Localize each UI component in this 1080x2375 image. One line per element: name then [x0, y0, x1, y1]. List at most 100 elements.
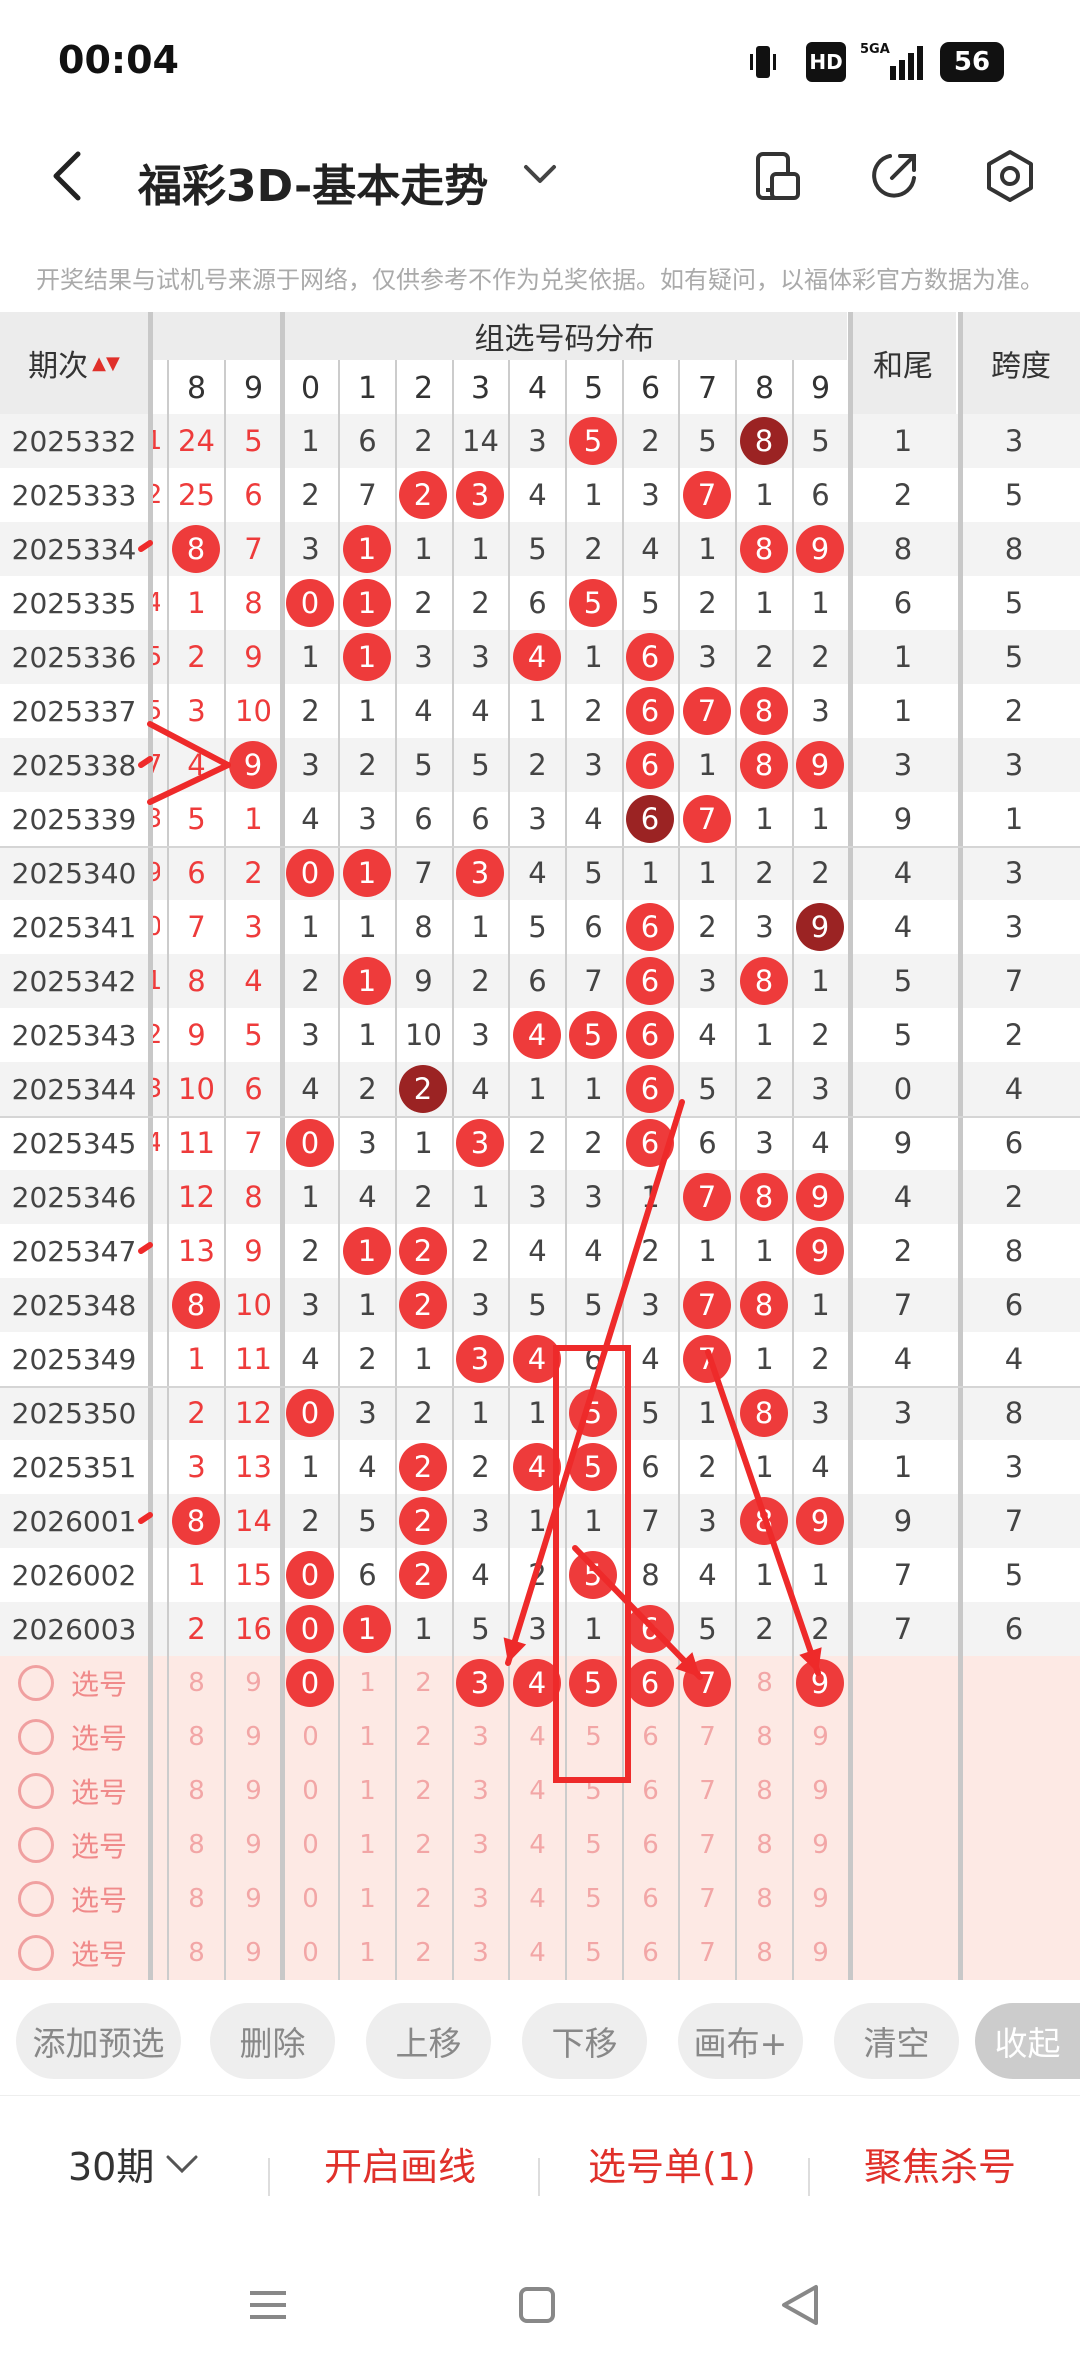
- select-digit[interactable]: 2: [395, 1656, 452, 1710]
- select-digit[interactable]: 2: [395, 1710, 452, 1764]
- select-digit[interactable]: 9: [792, 1764, 849, 1818]
- select-radio[interactable]: [18, 1881, 54, 1917]
- select-digit[interactable]: 6: [622, 1926, 679, 1980]
- select-digit[interactable]: 8: [168, 1656, 225, 1710]
- select-digit[interactable]: 3: [452, 1818, 509, 1872]
- select-digit[interactable]: 8: [736, 1710, 793, 1764]
- back-nav-icon[interactable]: [778, 2283, 822, 2331]
- select-digit[interactable]: 6: [622, 1710, 679, 1764]
- select-digit[interactable]: 8: [168, 1818, 225, 1872]
- select-digit[interactable]: 4: [509, 1818, 566, 1872]
- selected-digit-ball[interactable]: 7: [683, 1659, 731, 1707]
- toggle-draw-button[interactable]: 开启画线: [324, 2136, 476, 2191]
- select-digit[interactable]: 0: [282, 1926, 339, 1980]
- select-digit[interactable]: 8: [168, 1872, 225, 1926]
- collapse-button[interactable]: 收起: [975, 2003, 1080, 2079]
- select-radio[interactable]: [18, 1719, 54, 1755]
- selected-digit-ball[interactable]: 6: [626, 1659, 674, 1707]
- select-digit[interactable]: 0: [282, 1872, 339, 1926]
- select-digit[interactable]: 9: [225, 1656, 282, 1710]
- select-digit[interactable]: 5: [565, 1926, 622, 1980]
- select-digit[interactable]: 9: [225, 1764, 282, 1818]
- select-digit[interactable]: 5: [565, 1710, 622, 1764]
- selected-digit-ball[interactable]: 4: [513, 1659, 561, 1707]
- select-digit[interactable]: 1: [339, 1764, 396, 1818]
- select-digit[interactable]: 8: [168, 1926, 225, 1980]
- select-digit[interactable]: 6: [622, 1764, 679, 1818]
- select-digit[interactable]: 6: [622, 1818, 679, 1872]
- select-digit[interactable]: 1: [339, 1656, 396, 1710]
- select-digit[interactable]: 0: [282, 1818, 339, 1872]
- select-digit[interactable]: 3: [452, 1764, 509, 1818]
- move-down-button[interactable]: 下移: [522, 2003, 647, 2079]
- select-digit[interactable]: 7: [679, 1872, 736, 1926]
- select-digit[interactable]: 2: [395, 1818, 452, 1872]
- select-digit[interactable]: 9: [792, 1710, 849, 1764]
- selected-digit-ball[interactable]: 9: [796, 1659, 844, 1707]
- selection-list-button[interactable]: 选号单(1): [588, 2136, 756, 2191]
- home-icon[interactable]: [517, 2285, 557, 2329]
- select-radio[interactable]: [18, 1773, 54, 1809]
- select-digit[interactable]: 8: [736, 1926, 793, 1980]
- select-digit[interactable]: 0: [282, 1764, 339, 1818]
- share-icon[interactable]: [866, 148, 922, 204]
- select-digit[interactable]: 8: [168, 1710, 225, 1764]
- chevron-down-icon[interactable]: [522, 158, 558, 198]
- sort-icon[interactable]: ▲▼: [92, 353, 120, 374]
- select-digit[interactable]: 0: [282, 1710, 339, 1764]
- canvas-plus-button[interactable]: 画布+: [678, 2003, 803, 2079]
- select-digit[interactable]: 9: [792, 1872, 849, 1926]
- select-digit[interactable]: 7: [679, 1710, 736, 1764]
- period-select[interactable]: 30期: [68, 2136, 202, 2191]
- select-digit[interactable]: 6: [622, 1872, 679, 1926]
- select-digit[interactable]: 5: [565, 1818, 622, 1872]
- period-header[interactable]: 期次 ▲▼: [0, 312, 148, 414]
- select-radio[interactable]: [18, 1827, 54, 1863]
- select-digit[interactable]: 9: [225, 1818, 282, 1872]
- focus-kill-button[interactable]: 聚焦杀号: [864, 2136, 1016, 2191]
- select-digit[interactable]: 2: [395, 1926, 452, 1980]
- select-digit[interactable]: 9: [225, 1926, 282, 1980]
- select-digit[interactable]: 1: [339, 1710, 396, 1764]
- select-digit[interactable]: 5: [565, 1872, 622, 1926]
- page-title[interactable]: 福彩3D-基本走势: [138, 150, 488, 214]
- select-digit[interactable]: 4: [509, 1764, 566, 1818]
- select-digit[interactable]: 4: [509, 1926, 566, 1980]
- select-digit[interactable]: 8: [168, 1764, 225, 1818]
- select-digit[interactable]: 9: [225, 1710, 282, 1764]
- select-digit[interactable]: 8: [736, 1764, 793, 1818]
- clear-button[interactable]: 清空: [834, 2003, 959, 2079]
- select-digit[interactable]: 8: [736, 1818, 793, 1872]
- selected-digit-ball[interactable]: 3: [456, 1659, 504, 1707]
- select-digit[interactable]: 3: [452, 1710, 509, 1764]
- select-digit[interactable]: 7: [679, 1818, 736, 1872]
- select-digit[interactable]: 9: [225, 1872, 282, 1926]
- select-digit[interactable]: 2: [395, 1764, 452, 1818]
- select-digit[interactable]: 4: [509, 1710, 566, 1764]
- device-switch-icon[interactable]: [750, 148, 806, 204]
- select-digit[interactable]: 5: [565, 1764, 622, 1818]
- selected-digit-ball[interactable]: 0: [286, 1659, 334, 1707]
- delete-button[interactable]: 删除: [210, 2003, 335, 2079]
- select-digit[interactable]: 8: [736, 1656, 793, 1710]
- select-digit[interactable]: 1: [339, 1872, 396, 1926]
- menu-icon[interactable]: [248, 2285, 288, 2329]
- back-button[interactable]: [48, 146, 96, 206]
- select-digit[interactable]: 3: [452, 1872, 509, 1926]
- select-digit[interactable]: 7: [679, 1926, 736, 1980]
- select-digit[interactable]: 1: [339, 1818, 396, 1872]
- selected-digit-ball[interactable]: 5: [569, 1659, 617, 1707]
- select-radio[interactable]: [18, 1935, 54, 1971]
- select-digit[interactable]: 7: [679, 1764, 736, 1818]
- select-digit[interactable]: 2: [395, 1872, 452, 1926]
- select-digit[interactable]: 3: [452, 1926, 509, 1980]
- select-digit[interactable]: 9: [792, 1926, 849, 1980]
- select-radio[interactable]: [18, 1665, 54, 1701]
- select-digit[interactable]: 9: [792, 1818, 849, 1872]
- select-digit[interactable]: 8: [736, 1872, 793, 1926]
- add-preselect-button[interactable]: 添加预选: [16, 2003, 181, 2079]
- settings-icon[interactable]: [982, 148, 1038, 204]
- select-digit[interactable]: 1: [339, 1926, 396, 1980]
- move-up-button[interactable]: 上移: [366, 2003, 491, 2079]
- select-digit[interactable]: 4: [509, 1872, 566, 1926]
